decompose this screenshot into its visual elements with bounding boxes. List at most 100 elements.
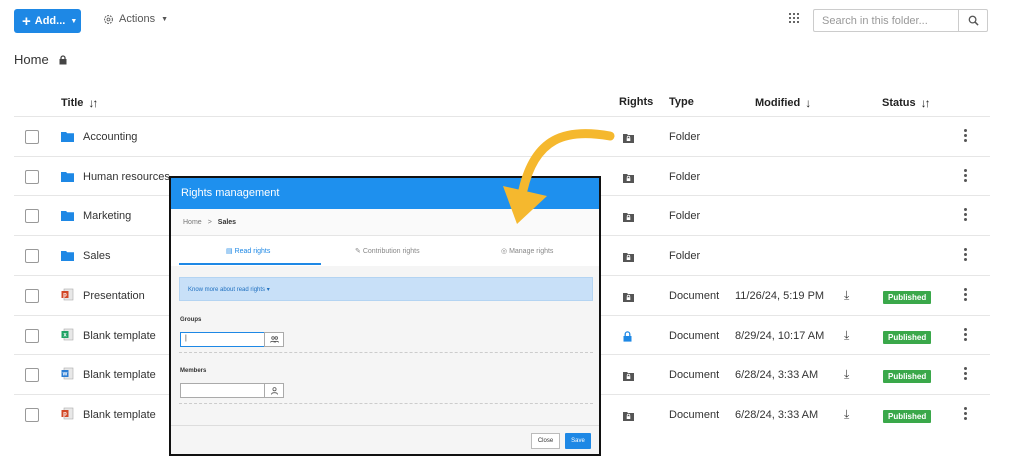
- lock-icon-dark[interactable]: [623, 408, 634, 426]
- members-input[interactable]: [180, 383, 265, 398]
- more-options-icon[interactable]: [964, 287, 968, 303]
- row-modified: 11/26/24, 5:19 PM: [735, 289, 825, 302]
- caret-down-icon: ▼: [70, 17, 78, 25]
- row-title[interactable]: Blank template: [83, 330, 156, 342]
- groups-input[interactable]: |: [180, 332, 265, 347]
- excel-icon: x: [61, 328, 74, 346]
- row-checkbox[interactable]: [25, 368, 39, 383]
- column-type-label: Type: [669, 96, 694, 108]
- row-title[interactable]: Human resources: [83, 171, 170, 183]
- row-modified: 6/28/24, 3:33 AM: [735, 369, 819, 382]
- lock-icon-blue[interactable]: [623, 329, 632, 347]
- lock-icon-dark[interactable]: [623, 289, 634, 307]
- download-icon[interactable]: ⤓: [844, 288, 849, 303]
- grid-view-icon[interactable]: [789, 13, 799, 23]
- plus-icon: +: [22, 12, 31, 30]
- lock-icon-dark[interactable]: [623, 130, 634, 148]
- search-input[interactable]: [813, 9, 959, 32]
- lock-icon: [59, 54, 67, 64]
- folder-icon: [61, 169, 74, 187]
- row-title[interactable]: Blank template: [83, 369, 156, 381]
- status-badge: Published: [883, 290, 932, 304]
- lock-icon-dark[interactable]: [623, 249, 634, 267]
- caret-down-icon: ▾: [266, 287, 270, 293]
- row-title[interactable]: Sales: [83, 250, 111, 262]
- row-type: Folder: [669, 250, 701, 263]
- arrow-down-icon: ↓: [805, 96, 812, 110]
- row-checkbox[interactable]: [25, 130, 39, 144]
- status-badge: Published: [883, 370, 932, 384]
- members-picker-button[interactable]: [264, 383, 284, 398]
- tab-contribution-rights[interactable]: ✎ Contribution rights: [355, 247, 420, 255]
- status-badge: Published: [883, 409, 932, 423]
- tab-read-rights[interactable]: ▤ Read rights: [226, 247, 270, 255]
- download-icon[interactable]: ⤓: [844, 328, 849, 343]
- row-title[interactable]: Accounting: [83, 131, 137, 143]
- sort-icon: ↓↑: [88, 96, 98, 110]
- row-title[interactable]: Marketing: [83, 210, 131, 222]
- save-button[interactable]: Save: [565, 433, 591, 449]
- column-type[interactable]: Type: [669, 96, 694, 108]
- row-modified: 8/29/24, 10:17 AM: [735, 329, 825, 342]
- row-checkbox[interactable]: [25, 169, 39, 184]
- row-checkbox[interactable]: [25, 209, 39, 224]
- powerpoint-icon: p: [61, 407, 74, 425]
- breadcrumb-home[interactable]: Home: [14, 52, 49, 67]
- more-options-icon[interactable]: [964, 168, 968, 184]
- search-icon: [968, 15, 979, 26]
- tab-manage-rights[interactable]: ◎ Manage rights: [501, 247, 553, 255]
- more-options-icon[interactable]: [964, 248, 968, 263]
- row-checkbox[interactable]: [25, 407, 39, 422]
- column-rights: Rights: [619, 96, 653, 108]
- column-status[interactable]: Status ↓↑: [882, 96, 931, 110]
- eye-doc-icon: ▤: [226, 248, 235, 255]
- add-button[interactable]: + Add... ▼: [14, 9, 81, 33]
- row-type: Document: [669, 408, 720, 421]
- more-options-icon[interactable]: [964, 367, 968, 382]
- download-icon[interactable]: ⤓: [844, 367, 849, 382]
- column-title[interactable]: Title ↓↑: [61, 96, 98, 110]
- row-type: Document: [669, 329, 720, 342]
- svg-text:w: w: [62, 372, 68, 378]
- dialog-footer: Close Save: [171, 425, 599, 454]
- info-link[interactable]: Know more about read rights ▾: [179, 277, 593, 301]
- info-link-label: Know more about read rights: [188, 287, 266, 293]
- row-title[interactable]: Blank template: [83, 409, 156, 421]
- groups-picker-button[interactable]: [264, 332, 284, 347]
- folder-icon: [61, 248, 74, 266]
- more-options-icon[interactable]: [964, 129, 968, 144]
- search-button[interactable]: [958, 9, 988, 32]
- column-rights-label: Rights: [619, 96, 654, 108]
- status-badge: Published: [883, 330, 932, 344]
- dialog-crumb-home[interactable]: Home: [183, 219, 202, 226]
- close-button[interactable]: Close: [531, 433, 560, 449]
- column-modified-label: Modified: [755, 97, 801, 109]
- row-checkbox[interactable]: [25, 328, 39, 343]
- tab-contribution-rights-label: Contribution rights: [362, 248, 420, 255]
- folder-icon: [61, 208, 74, 226]
- row-checkbox[interactable]: [25, 288, 39, 303]
- add-label: Add...: [34, 15, 66, 27]
- breadcrumb: Home: [14, 52, 67, 67]
- more-options-icon[interactable]: [964, 406, 968, 422]
- lock-icon-dark[interactable]: [623, 170, 634, 188]
- shield-icon: ◎: [501, 248, 510, 255]
- column-modified[interactable]: Modified ↓: [755, 96, 811, 110]
- svg-text:p: p: [63, 411, 67, 417]
- download-icon[interactable]: ⤓: [844, 407, 849, 422]
- column-status-label: Status: [882, 97, 916, 109]
- actions-label: Actions: [119, 13, 156, 25]
- lock-icon-dark[interactable]: [623, 368, 634, 386]
- powerpoint-icon: p: [61, 288, 74, 306]
- row-title[interactable]: Presentation: [83, 290, 145, 302]
- row-checkbox[interactable]: [25, 249, 39, 264]
- column-title-label: Title: [61, 97, 84, 109]
- lock-icon-dark[interactable]: [623, 209, 634, 227]
- more-options-icon[interactable]: [964, 208, 968, 223]
- members-label: Members: [180, 368, 207, 374]
- more-options-icon[interactable]: [964, 327, 968, 343]
- actions-button[interactable]: Actions ▼: [103, 13, 168, 25]
- curved-arrow-icon: [503, 129, 615, 224]
- pencil-icon: ✎: [355, 248, 363, 255]
- groups-label: Groups: [180, 317, 202, 323]
